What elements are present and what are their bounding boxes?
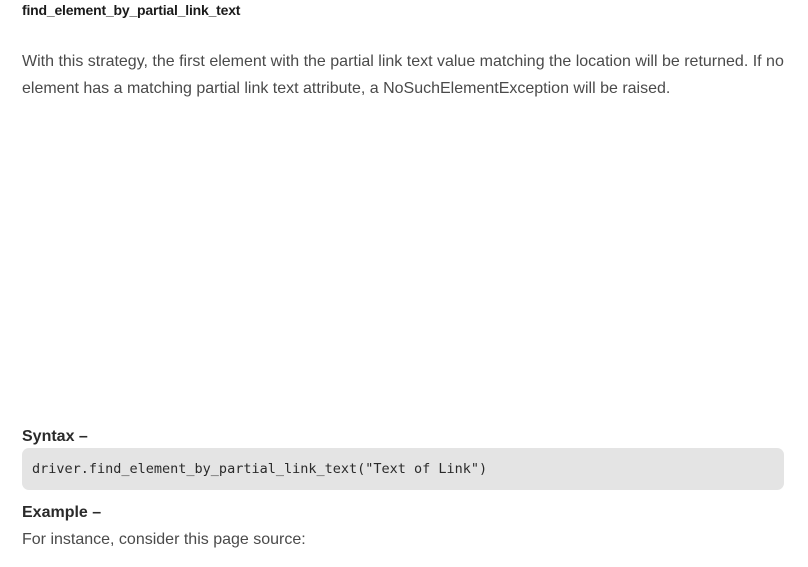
code-snippet: driver.find_element_by_partial_link_text… [32,461,488,477]
syntax-label: Syntax – [22,428,88,445]
example-intro-text: For instance, consider this page source: [22,531,306,548]
article-content: find_element_by_partial_link_text With t… [0,0,808,567]
example-label: Example – [22,504,102,521]
code-block: driver.find_element_by_partial_link_text… [22,448,784,490]
section-heading: find_element_by_partial_link_text [22,2,241,18]
description-paragraph: With this strategy, the first element wi… [22,53,784,97]
